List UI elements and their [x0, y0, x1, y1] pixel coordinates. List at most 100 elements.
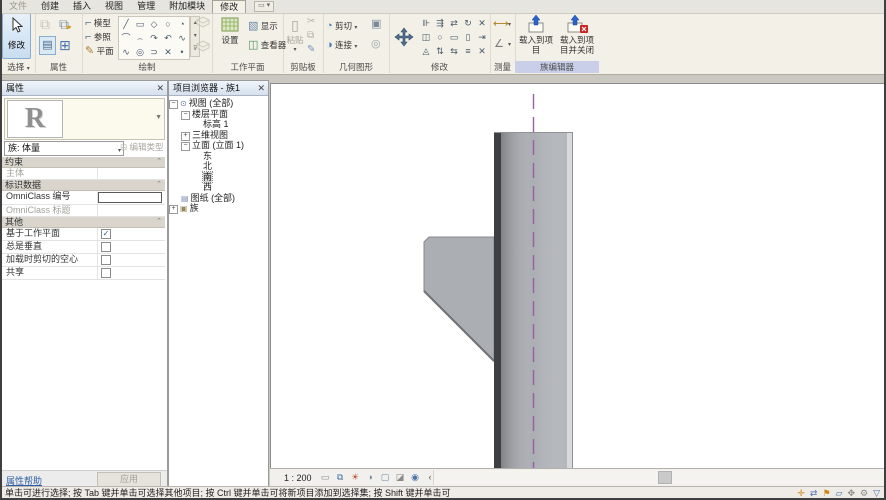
- sun-path-icon[interactable]: ☀: [350, 472, 361, 483]
- tab-addins[interactable]: 附加模块: [162, 0, 212, 13]
- tree-item-sheets[interactable]: ▤ 图纸 (全部): [169, 193, 268, 204]
- panel-label-select[interactable]: 选择 ▾: [2, 61, 35, 73]
- property-row-host[interactable]: 主体: [2, 168, 165, 180]
- spline2-tool-icon[interactable]: ∿: [119, 45, 133, 59]
- load-into-project-and-close-button[interactable]: 载入到项目并关闭: [557, 14, 597, 55]
- dimension-icon[interactable]: ∠: [494, 37, 504, 50]
- expand-icon[interactable]: +: [169, 205, 178, 214]
- close-icon[interactable]: ✕: [257, 81, 265, 95]
- property-row-omniclass-number[interactable]: OmniClass 编号: [2, 191, 165, 205]
- cut-icon[interactable]: ✂: [307, 16, 315, 27]
- swap-icon[interactable]: ⇆: [447, 44, 461, 58]
- paint-icon[interactable]: ◎: [371, 37, 381, 50]
- tab-insert[interactable]: 插入: [66, 0, 98, 13]
- circle-tool-icon[interactable]: ○: [161, 17, 175, 31]
- line-tool-icon[interactable]: ╱: [119, 17, 133, 31]
- unpin-icon[interactable]: ⇅: [433, 44, 447, 58]
- tree-item-elevations[interactable]: − 立面 (立面 1): [169, 140, 268, 151]
- section-toggle-icon[interactable]: ⌃: [156, 157, 162, 167]
- tree-item-families[interactable]: + ▣ 族: [169, 203, 268, 214]
- section-header-other[interactable]: 其他 ⌃: [2, 217, 165, 228]
- visual-style-icon[interactable]: ⧉: [335, 472, 346, 483]
- close-icon[interactable]: ✕: [156, 81, 164, 95]
- mirror-icon[interactable]: ⇄: [447, 16, 461, 30]
- paste-button[interactable]: ▯ 粘贴 ▾: [285, 17, 305, 53]
- copy-icon[interactable]: ⧉: [307, 30, 314, 41]
- horizontal-scrollbar[interactable]: [433, 470, 884, 485]
- property-row-omniclass-title[interactable]: OmniClass 标题: [2, 205, 165, 217]
- ellipse-tool-icon[interactable]: ◎: [133, 45, 147, 59]
- tab-view[interactable]: 视图: [98, 0, 130, 13]
- tree-item-west[interactable]: 西: [169, 182, 268, 193]
- properties-palette-icon[interactable]: ▤: [39, 36, 56, 55]
- section-toggle-icon[interactable]: ⌃: [156, 217, 162, 227]
- center-arc-tool-icon[interactable]: ↶: [161, 31, 175, 45]
- rectangle-tool-icon[interactable]: ▭: [133, 17, 147, 31]
- measure-icon[interactable]: ⟷: [493, 17, 509, 30]
- fillet-arc-tool-icon[interactable]: ⌒: [119, 31, 133, 45]
- tab-file[interactable]: 文件: [2, 0, 34, 13]
- polygon-tool-icon[interactable]: ◇: [147, 17, 161, 31]
- chevron-down-icon[interactable]: ▼: [155, 114, 162, 121]
- omniclass-number-input[interactable]: [98, 192, 162, 203]
- copy-tool-icon[interactable]: ◫: [419, 30, 433, 44]
- match-type-icon[interactable]: ✎: [307, 44, 315, 55]
- tree-item-3d-views[interactable]: + 三维视图: [169, 130, 268, 141]
- scrollbar-thumb[interactable]: [658, 471, 672, 484]
- viewer-button[interactable]: ◫ 查看器: [248, 39, 286, 51]
- pick-lines-tool-icon[interactable]: ✕: [161, 45, 175, 59]
- cut-voids-checkbox[interactable]: [101, 255, 111, 265]
- view-scale-button[interactable]: 1 : 200: [284, 473, 312, 483]
- cut-geometry-button[interactable]: ◔ 剪切 ▾: [326, 20, 357, 32]
- project-browser-title-bar[interactable]: 项目浏览器 - 族1 ✕: [169, 81, 268, 96]
- shadows-icon[interactable]: ◑: [365, 472, 376, 483]
- tree-item-north[interactable]: 北: [169, 161, 268, 172]
- spline-tool-icon[interactable]: ∿: [175, 31, 189, 45]
- move-icon[interactable]: [393, 27, 415, 49]
- section-header-identity-data[interactable]: 标识数据 ⌃: [2, 180, 165, 191]
- family-category-icon[interactable]: ⧉: [40, 16, 50, 33]
- align-icon[interactable]: ⊪: [419, 16, 433, 30]
- offset-icon[interactable]: ⇶: [433, 16, 447, 30]
- tree-item-level-1[interactable]: 标高 1: [169, 119, 268, 130]
- tree-item-south[interactable]: 南: [169, 170, 268, 183]
- scale-icon[interactable]: ○: [433, 30, 447, 44]
- property-row-always-vertical[interactable]: 总是垂直: [2, 241, 165, 254]
- bracket-geometry[interactable]: [423, 236, 495, 363]
- set-work-plane-button[interactable]: 设置: [216, 17, 244, 46]
- tab-create[interactable]: 创建: [34, 0, 66, 13]
- modify-tool-button[interactable]: 修改: [2, 13, 31, 59]
- ribbon-display-toggle-icon[interactable]: ▭ ▾: [254, 1, 275, 12]
- array-icon[interactable]: ◬: [419, 44, 433, 58]
- arc-tool-icon[interactable]: ◔: [175, 17, 189, 31]
- drawing-canvas[interactable]: [270, 83, 885, 469]
- reference-line-button[interactable]: ⌐ 参照: [85, 31, 111, 43]
- delete-constraint-icon[interactable]: ✕: [475, 16, 489, 30]
- detail-level-icon[interactable]: ▭: [320, 472, 331, 483]
- tree-item-east[interactable]: 东: [169, 151, 268, 162]
- show-work-plane-button[interactable]: ▧ 显示: [248, 20, 278, 32]
- tab-modify[interactable]: 修改: [212, 0, 247, 13]
- properties-title-bar[interactable]: 属性 ✕: [2, 81, 167, 96]
- property-row-shared[interactable]: 共享: [2, 267, 165, 280]
- rotate-icon[interactable]: ↻: [461, 16, 475, 30]
- work-plane-based-checkbox[interactable]: ✓: [101, 229, 111, 239]
- split-face-icon[interactable]: ▣: [371, 17, 381, 30]
- family-selector-combo[interactable]: 族: 体量 ▾: [4, 141, 124, 156]
- tangent-arc-tool-icon[interactable]: ⌢: [133, 31, 147, 45]
- edit-type-button[interactable]: ⊞ 编辑类型: [120, 141, 165, 154]
- reveal-hidden-elements-icon[interactable]: ◉: [410, 472, 421, 483]
- align-multi-icon[interactable]: ≡: [461, 44, 475, 58]
- tab-manage[interactable]: 管理: [130, 0, 162, 13]
- pin-icon[interactable]: ⇥: [475, 30, 489, 44]
- load-into-project-button[interactable]: 载入到项目: [517, 14, 555, 55]
- split-icon[interactable]: ▯: [461, 30, 475, 44]
- tree-item-floor-plans[interactable]: − 楼层平面: [169, 109, 268, 120]
- apply-button[interactable]: 应用: [97, 472, 161, 487]
- trim-icon[interactable]: ▭: [447, 30, 461, 44]
- join-geometry-button[interactable]: ◑ 连接 ▾: [326, 39, 357, 51]
- section-header-constraints[interactable]: 约束 ⌃: [2, 157, 165, 168]
- partial-ellipse-tool-icon[interactable]: ⊃: [147, 45, 161, 59]
- crop-view-icon[interactable]: ▢: [380, 472, 391, 483]
- family-types-icon[interactable]: ⊞: [59, 37, 71, 54]
